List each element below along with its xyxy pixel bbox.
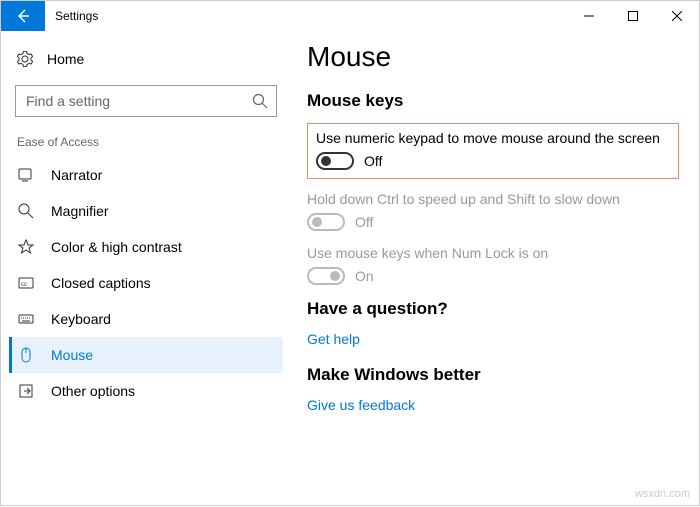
contrast-icon: [17, 239, 35, 255]
toggle-state: Off: [364, 153, 382, 169]
better-heading: Make Windows better: [307, 365, 679, 385]
search-icon: [252, 93, 268, 109]
sidebar-item-color-contrast[interactable]: Color & high contrast: [9, 229, 283, 265]
svg-text:cc: cc: [21, 282, 27, 288]
sidebar-item-keyboard[interactable]: Keyboard: [9, 301, 283, 337]
narrator-icon: [17, 167, 35, 183]
toggle-ctrl-shift: [307, 213, 345, 231]
keyboard-icon: [17, 311, 35, 327]
gear-icon: [17, 51, 33, 67]
search-box[interactable]: [15, 85, 277, 117]
get-help-link[interactable]: Get help: [307, 331, 679, 347]
maximize-icon: [628, 11, 638, 21]
setting-label: Use mouse keys when Num Lock is on: [307, 245, 679, 261]
minimize-icon: [584, 11, 594, 21]
mouse-icon: [17, 347, 35, 363]
back-button[interactable]: [1, 1, 45, 31]
sidebar-item-label: Magnifier: [51, 203, 109, 219]
arrow-icon: [17, 383, 35, 399]
back-arrow-icon: [15, 8, 31, 24]
sidebar-item-label: Other options: [51, 383, 135, 399]
main-content: Mouse Mouse keys Use numeric keypad to m…: [291, 31, 699, 507]
highlighted-setting: Use numeric keypad to move mouse around …: [307, 123, 679, 179]
window-title: Settings: [45, 9, 567, 23]
toggle-mouse-keys[interactable]: [316, 152, 354, 170]
search-input[interactable]: [24, 92, 252, 110]
sidebar-item-label: Mouse: [51, 347, 93, 363]
sidebar-item-mouse[interactable]: Mouse: [9, 337, 283, 373]
question-heading: Have a question?: [307, 299, 679, 319]
sidebar-item-closed-captions[interactable]: cc Closed captions: [9, 265, 283, 301]
category-label: Ease of Access: [9, 131, 283, 157]
close-button[interactable]: [655, 1, 699, 31]
maximize-button[interactable]: [611, 1, 655, 31]
sidebar-item-label: Keyboard: [51, 311, 111, 327]
sidebar-item-magnifier[interactable]: Magnifier: [9, 193, 283, 229]
magnifier-icon: [17, 203, 35, 219]
cc-icon: cc: [17, 275, 35, 291]
page-title: Mouse: [307, 41, 679, 73]
home-label: Home: [47, 51, 84, 67]
setting-label: Use numeric keypad to move mouse around …: [316, 130, 670, 146]
toggle-state: Off: [355, 214, 373, 230]
sidebar-item-label: Closed captions: [51, 275, 151, 291]
sidebar-item-narrator[interactable]: Narrator: [9, 157, 283, 193]
sidebar-item-other-options[interactable]: Other options: [9, 373, 283, 409]
toggle-state: On: [355, 268, 374, 284]
sidebar: Home Ease of Access Narrator Magnifier C…: [1, 31, 291, 507]
feedback-link[interactable]: Give us feedback: [307, 397, 679, 413]
toggle-numlock: [307, 267, 345, 285]
minimize-button[interactable]: [567, 1, 611, 31]
sidebar-item-label: Color & high contrast: [51, 239, 182, 255]
section-heading: Mouse keys: [307, 91, 679, 111]
sidebar-item-label: Narrator: [51, 167, 102, 183]
close-icon: [672, 11, 682, 21]
setting-label: Hold down Ctrl to speed up and Shift to …: [307, 191, 679, 207]
home-button[interactable]: Home: [9, 43, 283, 75]
watermark: wsxdn.com: [635, 488, 690, 500]
